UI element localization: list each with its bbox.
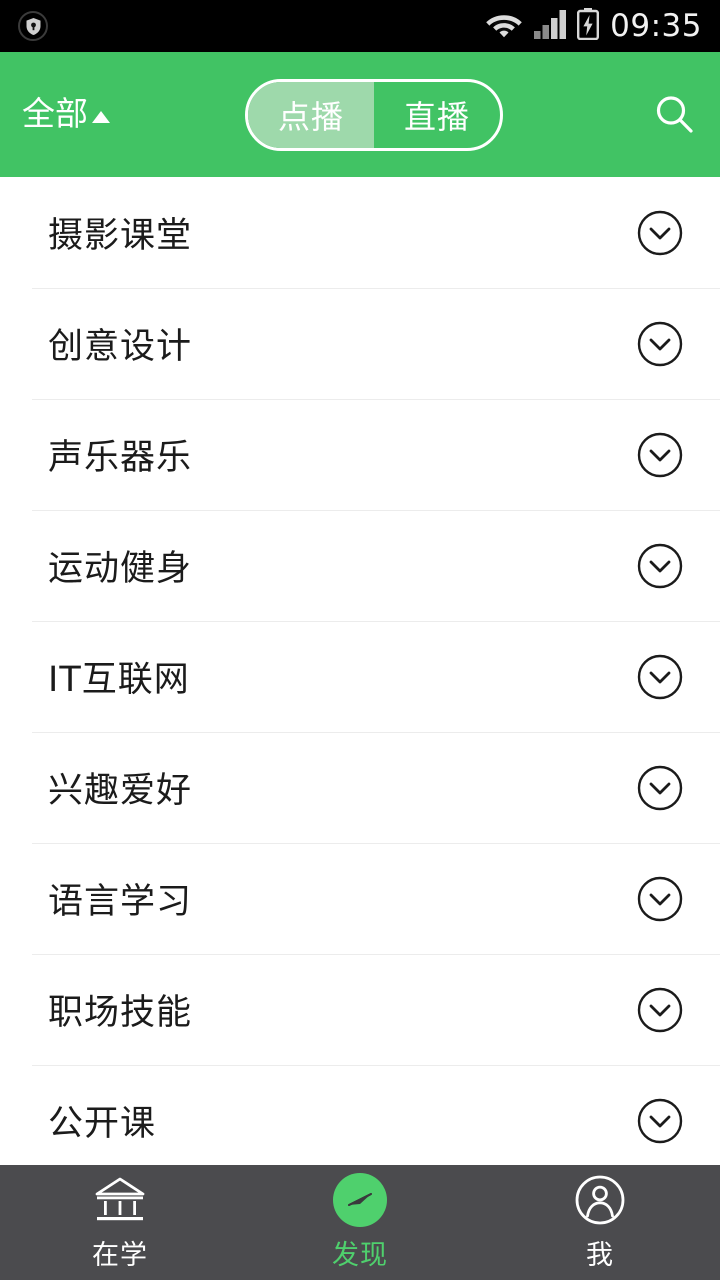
status-bar-right: 09:35: [485, 8, 702, 44]
chevron-down-circle-icon[interactable]: [600, 653, 720, 701]
list-item[interactable]: 声乐器乐: [0, 399, 720, 510]
segment-live-label: 直播: [403, 97, 470, 136]
chevron-down-circle-icon[interactable]: [600, 986, 720, 1034]
app-screen: 09:35 全部 点播 直播 摄影课堂 创意设计 声乐器乐 运动健身 IT互联网…: [0, 0, 720, 1280]
shield-security-icon: [18, 11, 48, 41]
list-item[interactable]: 创意设计: [0, 288, 720, 399]
tab-studying[interactable]: 在学: [0, 1165, 240, 1280]
list-item[interactable]: IT互联网: [0, 621, 720, 732]
category-label: 创意设计: [48, 327, 193, 367]
person-circle-icon: [574, 1173, 626, 1227]
tab-discover-label: 发现: [332, 1240, 388, 1271]
category-label: 声乐器乐: [48, 438, 193, 478]
segment-vod-label: 点播: [277, 97, 344, 136]
category-label: 运动健身: [48, 549, 193, 589]
chevron-down-circle-icon[interactable]: [600, 431, 720, 479]
wifi-icon: [485, 9, 523, 43]
list-item[interactable]: 职场技能: [0, 954, 720, 1065]
bank-building-icon: [93, 1173, 147, 1227]
category-label: 兴趣爱好: [48, 771, 193, 811]
status-bar-left: [18, 11, 48, 41]
header-center: 点播 直播: [110, 78, 638, 151]
search-button[interactable]: [638, 92, 698, 138]
category-label: 公开课: [48, 1104, 157, 1144]
list-item[interactable]: 公开课: [0, 1065, 720, 1165]
category-label: 职场技能: [48, 993, 193, 1033]
tab-studying-label: 在学: [92, 1240, 148, 1271]
segment-live[interactable]: 直播: [374, 82, 500, 148]
list-item[interactable]: 兴趣爱好: [0, 732, 720, 843]
chevron-down-circle-icon[interactable]: [600, 764, 720, 812]
vod-live-segmented-control[interactable]: 点播 直播: [245, 78, 503, 151]
category-list[interactable]: 摄影课堂 创意设计 声乐器乐 运动健身 IT互联网 兴趣爱好 语言学习 职场技能…: [0, 177, 720, 1165]
chevron-down-circle-icon[interactable]: [600, 209, 720, 257]
tab-profile[interactable]: 我: [480, 1165, 720, 1280]
status-bar: 09:35: [0, 0, 720, 52]
bottom-tab-bar: 在学 发现 我: [0, 1165, 720, 1280]
caret-up-icon: [92, 111, 110, 123]
search-icon: [656, 95, 693, 133]
compass-icon: [333, 1173, 387, 1227]
battery-charging-icon: [577, 8, 600, 44]
list-item[interactable]: 语言学习: [0, 843, 720, 954]
list-item[interactable]: 摄影课堂: [0, 177, 720, 288]
segment-vod[interactable]: 点播: [248, 81, 374, 148]
category-label: IT互联网: [48, 660, 190, 700]
chevron-down-circle-icon[interactable]: [600, 320, 720, 368]
status-bar-clock: 09:35: [610, 7, 702, 44]
chevron-down-circle-icon[interactable]: [600, 1097, 720, 1145]
chevron-down-circle-icon[interactable]: [600, 542, 720, 590]
list-item[interactable]: 运动健身: [0, 510, 720, 621]
chevron-down-circle-icon[interactable]: [600, 875, 720, 923]
app-header: 全部 点播 直播: [0, 52, 720, 177]
tab-profile-label: 我: [586, 1240, 614, 1271]
tab-discover[interactable]: 发现: [240, 1165, 480, 1280]
category-label: 摄影课堂: [48, 216, 193, 256]
filter-all-label: 全部: [22, 94, 88, 133]
signal-bars-icon: [534, 9, 567, 43]
filter-all-button[interactable]: 全部: [22, 97, 110, 132]
category-label: 语言学习: [48, 882, 193, 922]
